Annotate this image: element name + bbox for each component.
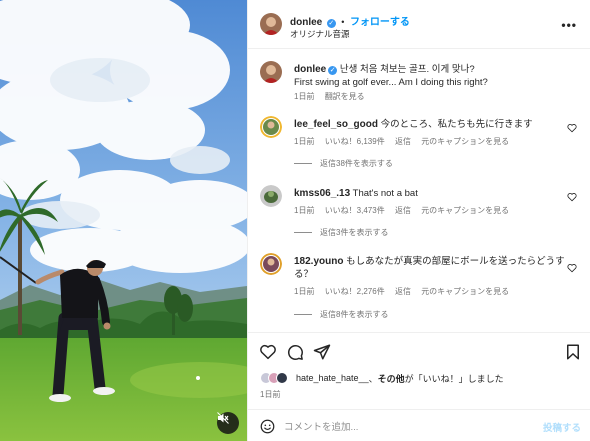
heart-icon[interactable] <box>259 343 277 361</box>
comment-meta: 1日前 いいね！3,473件 返信 元のキャプションを見る <box>294 205 517 216</box>
comment-body: 182.youno もしあなたが真実の部屋にボールを送ったらどうする？ <box>294 255 566 281</box>
follow-button[interactable]: フォローする <box>350 17 410 28</box>
view-replies-button[interactable]: 返信38件を表示する <box>294 158 393 169</box>
comment-body: lee_feel_so_good 今のところ、私たちも先に行きます <box>294 118 564 131</box>
header-separator: • <box>341 17 345 27</box>
comment-item: 182.youno もしあなたが真実の部屋にボールを送ったらどうする？ 1日前 … <box>260 253 580 325</box>
see-original-link[interactable]: 元のキャプションを見る <box>421 287 509 296</box>
translate-link[interactable]: 翻訳を見る <box>325 92 365 101</box>
bookmark-icon[interactable] <box>564 343 582 361</box>
view-replies-button[interactable]: 返信8件を表示する <box>294 309 388 320</box>
avatar[interactable] <box>260 253 282 275</box>
comment-text: That's not a bat <box>352 188 418 199</box>
replies-line <box>294 314 312 315</box>
see-original-link[interactable]: 元のキャプションを見る <box>421 137 509 146</box>
comment-likes[interactable]: いいね！2,276件 <box>325 287 385 296</box>
caption-body: donlee ✓ 난생 처음 쳐보는 골프. 이게 맞나? First swing… <box>294 63 564 89</box>
mute-button[interactable] <box>217 412 239 434</box>
see-original-link[interactable]: 元のキャプションを見る <box>421 206 509 215</box>
instagram-post: donlee ✓ • フォローする オリジナル音源 ••• donlee ✓ 난… <box>0 0 590 441</box>
post-timestamp[interactable]: 1日前 <box>260 389 280 400</box>
avatar[interactable] <box>260 13 282 35</box>
liked-by-others[interactable]: その他 <box>378 372 405 385</box>
mute-icon <box>217 412 229 424</box>
view-replies-label: 返信38件を表示する <box>320 159 393 168</box>
verified-icon: ✓ <box>328 66 338 75</box>
comment-meta: 1日前 いいね！2,276件 返信 元のキャプションを見る <box>294 286 517 297</box>
comment-likes[interactable]: いいね！3,473件 <box>325 206 385 215</box>
post-comment-button[interactable]: 投稿する <box>543 420 581 434</box>
caption: donlee ✓ 난생 처음 쳐보는 골프. 이게 맞나? First swing… <box>260 61 580 106</box>
likes-summary[interactable]: hate_hate_hate__ 、 その他 が「いいね！」しました <box>260 371 504 385</box>
caption-text-en: First swing at golf ever... Am I doing t… <box>294 77 488 88</box>
share-icon[interactable] <box>313 343 331 361</box>
comment-username[interactable]: 182.youno <box>294 256 343 267</box>
caption-time: 1日前 <box>294 92 315 101</box>
avatar[interactable] <box>260 116 282 138</box>
comment-time: 1日前 <box>294 206 315 215</box>
comment-time: 1日前 <box>294 287 315 296</box>
comment-username[interactable]: kmss06_.13 <box>294 188 350 199</box>
replies-line <box>294 232 312 233</box>
view-replies-label: 返信8件を表示する <box>320 310 389 319</box>
view-replies-label: 返信3件を表示する <box>320 228 389 237</box>
comment-text: 今のところ、私たちも先に行きます <box>380 119 533 130</box>
post-header: donlee ✓ • フォローする オリジナル音源 ••• <box>248 0 590 49</box>
caption-meta: 1日前 翻訳を見る <box>294 91 373 102</box>
caption-username[interactable]: donlee <box>294 64 326 75</box>
comment-meta: 1日前 いいね！6,139件 返信 元のキャプションを見る <box>294 136 517 147</box>
liked-by-suffix: が「いいね！」しました <box>404 373 504 384</box>
comment-time: 1日前 <box>294 137 315 146</box>
liked-by-joiner: 、 <box>368 373 378 384</box>
replies-line <box>294 163 312 164</box>
post-actions: hate_hate_hate__ 、 その他 が「いいね！」しました 1日前 投… <box>248 332 590 441</box>
comments-list[interactable]: donlee ✓ 난생 처음 쳐보는 골프. 이게 맞나? First swing… <box>248 50 590 332</box>
heart-icon[interactable] <box>567 263 577 273</box>
audio-label[interactable]: オリジナル音源 <box>290 28 350 40</box>
avatar[interactable] <box>260 185 282 207</box>
avatar[interactable] <box>260 61 282 83</box>
golf-scene-image <box>0 0 247 441</box>
comment-item: kmss06_.13 That's not a bat 1日前 いいね！3,47… <box>260 185 580 245</box>
emoji-icon[interactable] <box>260 419 275 434</box>
comment-input[interactable] <box>284 419 514 435</box>
view-replies-button[interactable]: 返信3件を表示する <box>294 227 388 238</box>
comment-likes[interactable]: いいね！6,139件 <box>325 137 385 146</box>
heart-icon[interactable] <box>567 123 577 133</box>
liked-by-username[interactable]: hate_hate_hate__ <box>296 373 369 383</box>
reply-button[interactable]: 返信 <box>395 137 411 146</box>
caption-text-ko: 난생 처음 쳐보는 골프. 이게 맞나? <box>339 64 475 75</box>
more-icon[interactable]: ••• <box>561 18 577 32</box>
comment-username[interactable]: lee_feel_so_good <box>294 119 378 130</box>
comment-form: 投稿する <box>248 409 590 441</box>
comment-icon[interactable] <box>286 343 304 361</box>
verified-icon: ✓ <box>326 19 336 28</box>
post-media-video[interactable] <box>0 0 247 441</box>
post-side-panel: donlee ✓ • フォローする オリジナル音源 ••• donlee ✓ 난… <box>247 0 590 441</box>
comment-item: lee_feel_so_good 今のところ、私たちも先に行きます 1日前 いい… <box>260 116 580 176</box>
avatar <box>276 372 288 384</box>
reply-button[interactable]: 返信 <box>395 287 411 296</box>
header-username[interactable]: donlee <box>290 17 322 28</box>
reply-button[interactable]: 返信 <box>395 206 411 215</box>
heart-icon[interactable] <box>567 192 577 202</box>
comment-body: kmss06_.13 That's not a bat <box>294 187 564 200</box>
